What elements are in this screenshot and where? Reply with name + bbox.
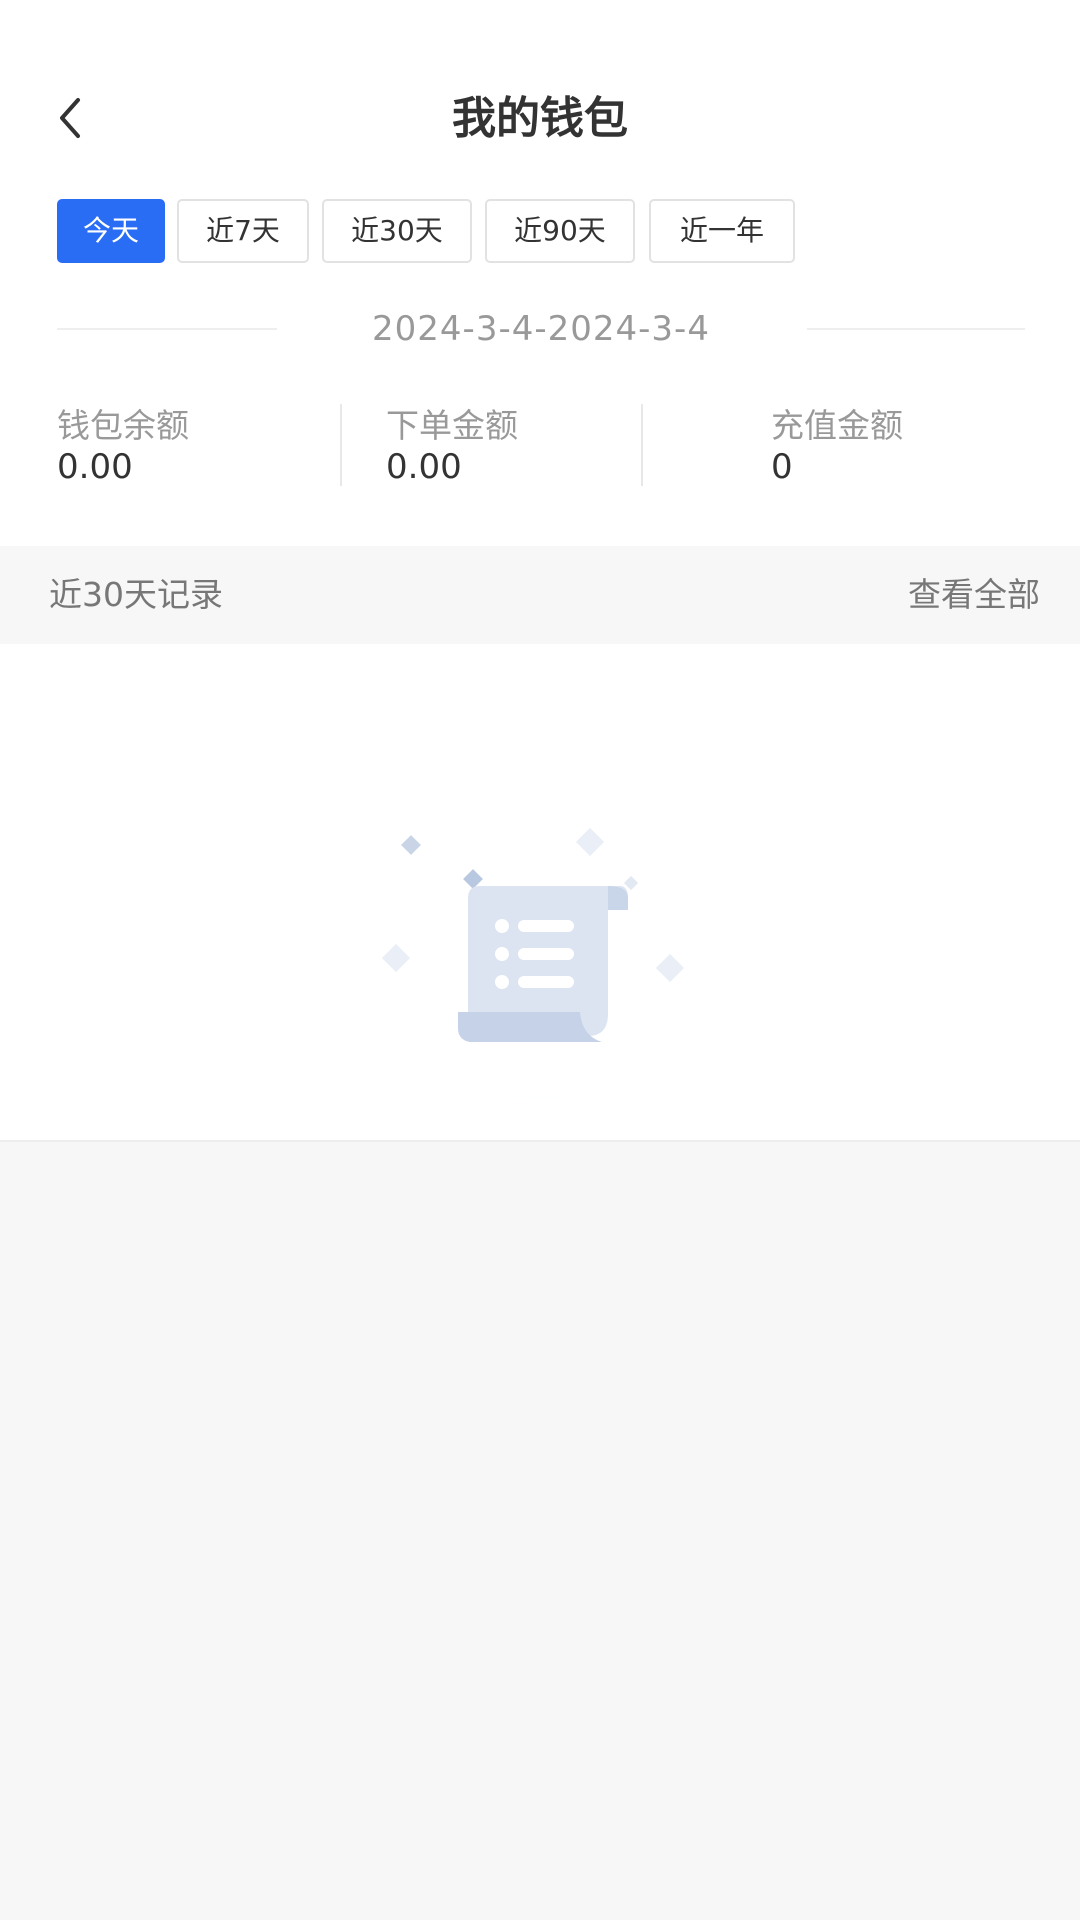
records-title: 近30天记录 <box>49 575 223 614</box>
stat-value: 0 <box>771 447 793 487</box>
tab-7-days[interactable]: 近7天 <box>177 199 309 263</box>
tab-one-year[interactable]: 近一年 <box>649 199 795 263</box>
back-button[interactable] <box>40 88 100 148</box>
empty-document-icon <box>320 828 760 1098</box>
stat-wallet-balance: 钱包余额 0.00 <box>57 404 189 486</box>
stat-order-amount: 下单金额 0.00 <box>386 404 518 486</box>
page-title: 我的钱包 <box>452 93 628 144</box>
records-empty-state <box>0 644 1080 1142</box>
records-header: 近30天记录 查看全部 <box>0 546 1080 644</box>
stat-recharge-amount: 充值金额 0 <box>771 404 903 486</box>
chevron-left-icon <box>60 98 80 138</box>
view-all-link[interactable]: 查看全部 <box>908 546 1040 644</box>
stat-value: 0.00 <box>57 447 133 487</box>
stat-label: 充值金额 <box>771 406 903 445</box>
stat-divider <box>340 404 342 486</box>
date-range-row: 2024-3-4-2024-3-4 <box>57 300 1025 358</box>
stat-value: 0.00 <box>386 447 462 487</box>
stat-label: 钱包余额 <box>57 406 189 445</box>
date-divider-right <box>807 328 1025 330</box>
tab-90-days[interactable]: 近90天 <box>485 199 635 263</box>
stat-label: 下单金额 <box>386 406 518 445</box>
stat-divider <box>641 404 643 486</box>
tab-today[interactable]: 今天 <box>57 199 165 263</box>
wallet-summary-panel: 我的钱包 今天 近7天 近30天 近90天 近一年 2024-3-4-2024-… <box>0 0 1080 546</box>
tab-30-days[interactable]: 近30天 <box>322 199 472 263</box>
